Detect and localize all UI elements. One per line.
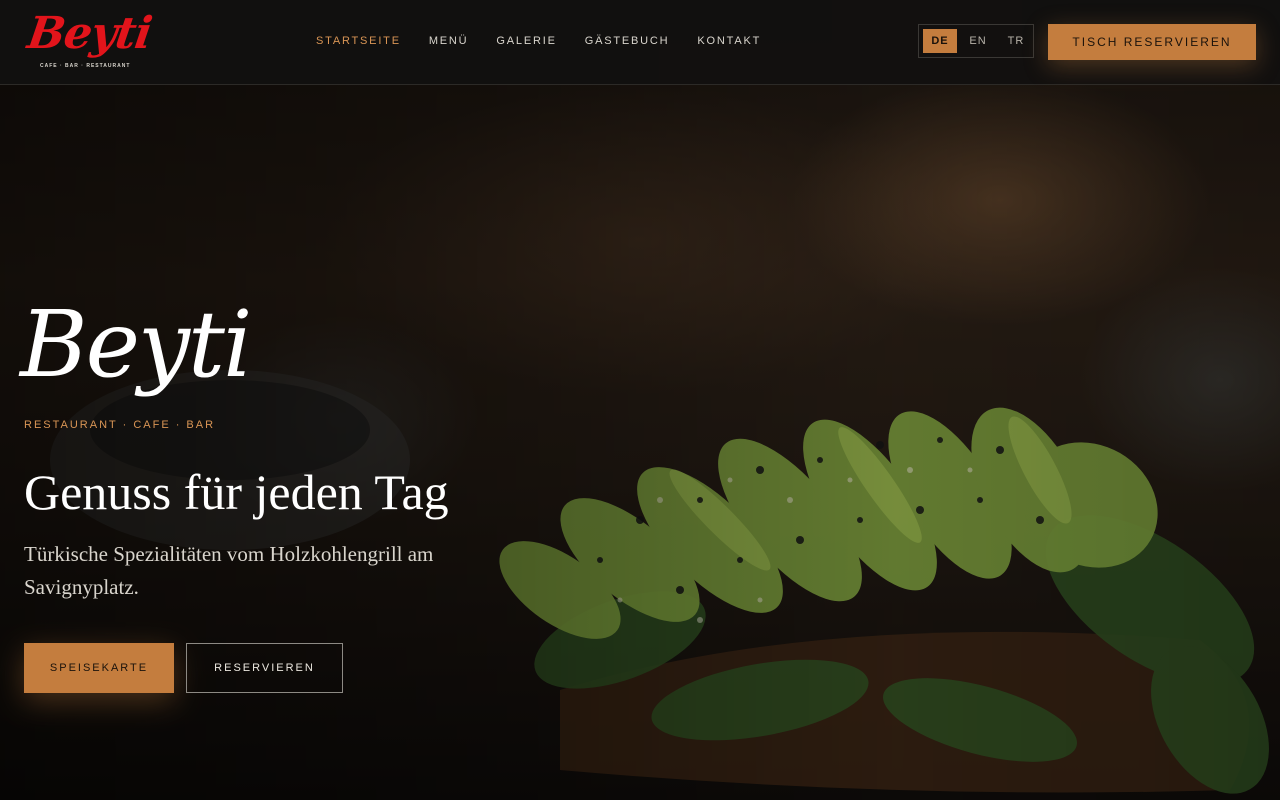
menu-button[interactable]: SPEISEKARTE <box>24 643 174 693</box>
language-tr[interactable]: TR <box>999 29 1033 53</box>
reserve-button[interactable]: RESERVIEREN <box>186 643 343 693</box>
nav-item-galerie[interactable]: GALERIE <box>496 34 556 48</box>
hero-subtitle: Türkische Spezialitäten vom Holzkohlengr… <box>24 542 434 599</box>
language-en[interactable]: EN <box>961 29 995 53</box>
hero-title: Beyti <box>20 291 252 398</box>
page: Beyti CAFE · BAR · RESTAURANT STARTSEITE… <box>0 0 1280 800</box>
logo-wordmark: Beyti <box>24 8 155 59</box>
language-switcher: DE EN TR <box>918 24 1034 58</box>
brand-logo[interactable]: Beyti CAFE · BAR · RESTAURANT <box>24 8 154 72</box>
language-de[interactable]: DE <box>923 29 957 53</box>
hero-tagline: RESTAURANT · CAFE · BAR <box>24 419 216 431</box>
site-header: Beyti CAFE · BAR · RESTAURANT STARTSEITE… <box>0 0 1280 85</box>
reserve-table-button[interactable]: TISCH RESERVIEREN <box>1048 24 1256 60</box>
main-nav: STARTSEITE MENÜ GALERIE GÄSTEBUCH KONTAK… <box>316 34 761 48</box>
logo-subtitle: CAFE · BAR · RESTAURANT <box>40 63 131 69</box>
nav-item-startseite[interactable]: STARTSEITE <box>316 34 401 48</box>
nav-item-menu[interactable]: MENÜ <box>429 34 469 48</box>
hero-heading: Genuss für jeden Tag <box>24 464 449 520</box>
nav-item-kontakt[interactable]: KONTAKT <box>697 34 761 48</box>
nav-item-gaestebuch[interactable]: GÄSTEBUCH <box>585 34 670 48</box>
